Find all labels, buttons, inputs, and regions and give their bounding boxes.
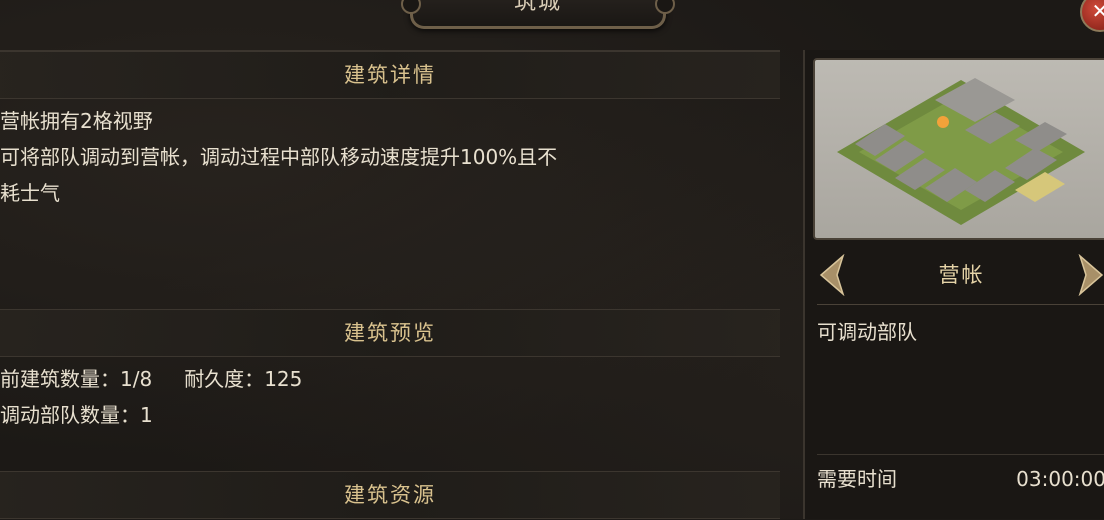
prev-arrow-icon — [819, 253, 845, 297]
camp-illustration — [837, 78, 1085, 225]
building-preview-image — [813, 58, 1104, 240]
window-title-plaque: 筑城 — [401, 0, 675, 29]
details-line-1: 营帐拥有2格视野 — [0, 109, 153, 133]
durability-value: 125 — [264, 367, 303, 391]
troop-count-label: 调动部队数量： — [0, 403, 140, 427]
building-capability: 可调动部队 — [817, 320, 917, 344]
current-count-value: 1/8 — [120, 367, 153, 391]
preview-row-1: 前建筑数量：1/8 耐久度：125 — [0, 361, 780, 397]
plaque-ornament-left — [401, 0, 421, 14]
building-card: 营帐 可调动部队 需要时间 03:00:00 — [803, 50, 1104, 519]
resources-header: 建筑资源 — [0, 471, 780, 519]
building-selector: 营帐 — [817, 246, 1104, 305]
details-line-2: 可将部队调动到营帐，调动过程中部队移动速度提升100%且不 — [0, 145, 558, 169]
time-requirement: 需要时间 03:00:00 — [817, 454, 1104, 503]
preview-body: 前建筑数量：1/8 耐久度：125 调动部队数量：1 — [0, 361, 780, 433]
close-icon: ✕ — [1091, 0, 1104, 23]
next-building-button[interactable] — [1076, 253, 1104, 297]
current-count-label: 前建筑数量： — [0, 367, 120, 391]
next-arrow-icon — [1078, 253, 1104, 297]
durability-label: 耐久度： — [184, 367, 265, 391]
details-line-3: 耗士气 — [0, 181, 60, 205]
window-title: 筑城 — [513, 0, 562, 15]
details-body: 营帐拥有2格视野 可将部队调动到营帐，调动过程中部队移动速度提升100%且不 耗… — [0, 103, 780, 211]
left-panel: 建筑详情 营帐拥有2格视野 可将部队调动到营帐，调动过程中部队移动速度提升100… — [0, 50, 780, 520]
time-value: 03:00:00 — [1016, 467, 1104, 491]
troop-count-value: 1 — [140, 403, 153, 427]
preview-row-2: 调动部队数量：1 — [0, 397, 780, 433]
time-label: 需要时间 — [817, 467, 897, 491]
preview-header: 建筑预览 — [0, 309, 780, 357]
building-name: 营帐 — [938, 263, 985, 287]
prev-building-button[interactable] — [817, 253, 847, 297]
details-header: 建筑详情 — [0, 51, 780, 99]
